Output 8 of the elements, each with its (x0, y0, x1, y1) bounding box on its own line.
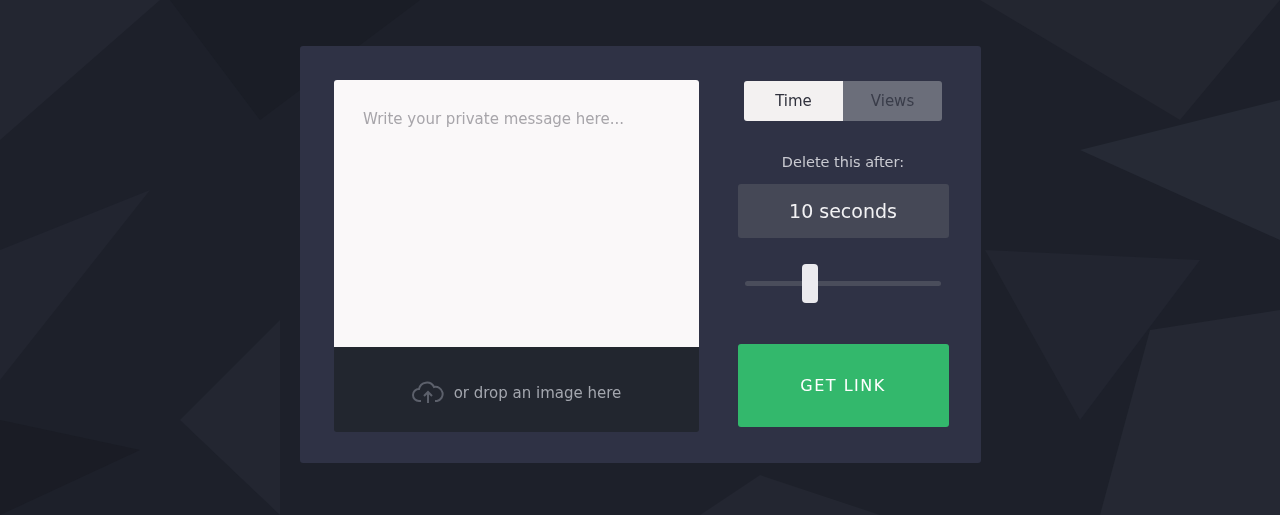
drop-zone[interactable]: or drop an image here (334, 347, 699, 432)
message-field[interactable]: Write your private message here... (334, 80, 699, 347)
tab[interactable]: Time (744, 81, 843, 121)
slider-thumb[interactable] (801, 264, 818, 303)
cloud-upload-icon (411, 380, 444, 405)
duration-value: 10 seconds (737, 184, 949, 238)
delete-label: Delete this after: (781, 154, 905, 170)
drop-label: or drop an image here (453, 383, 622, 402)
